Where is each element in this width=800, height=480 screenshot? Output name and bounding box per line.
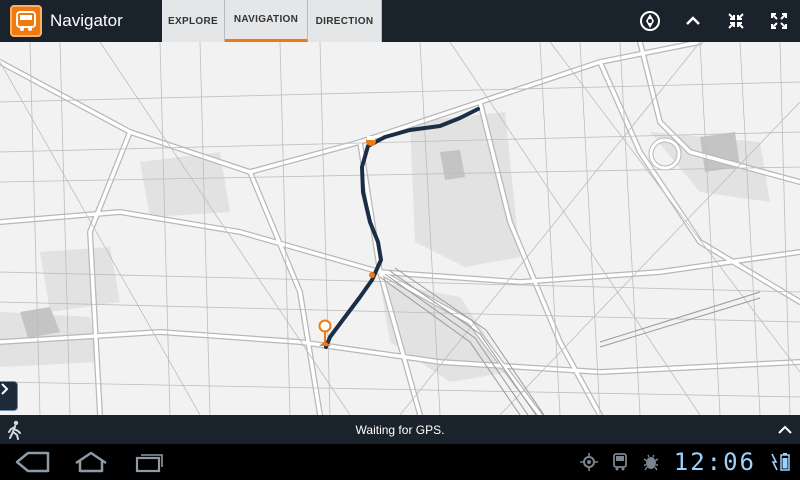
fullscreen-button[interactable] <box>757 0 800 42</box>
back-icon <box>15 451 50 473</box>
recent-apps-icon <box>135 454 163 473</box>
tab-direction[interactable]: DIRECTION <box>308 0 382 42</box>
expand-directions-button[interactable] <box>770 415 800 444</box>
system-tray[interactable]: 12:06 <box>579 448 800 476</box>
map-view[interactable] <box>0 42 800 415</box>
route-waypoint[interactable] <box>369 272 375 278</box>
tab-explore[interactable]: EXPLORE <box>162 0 225 42</box>
tab-navigation[interactable]: NAVIGATION <box>225 0 308 42</box>
recent-apps-button[interactable] <box>120 444 178 480</box>
system-nav-bar: 12:06 <box>0 444 800 480</box>
action-bar: Navigator EXPLORE NAVIGATION DIRECTION <box>0 0 800 42</box>
gps-status-text: Waiting for GPS. <box>355 422 445 437</box>
chevron-right-icon <box>1 383 9 395</box>
battery-icon <box>771 453 790 471</box>
collapse-panel-button[interactable] <box>671 0 714 42</box>
expand-icon <box>770 13 787 29</box>
map-canvas[interactable] <box>0 42 800 415</box>
back-button[interactable] <box>4 444 62 480</box>
bus-icon <box>612 453 627 471</box>
toolbar-actions <box>628 0 800 42</box>
app-logo-bus-icon[interactable] <box>10 5 42 37</box>
home-button[interactable] <box>62 444 120 480</box>
gps-icon <box>579 453 598 471</box>
usb-debug-icon <box>643 454 659 471</box>
chevron-up-icon <box>685 16 700 25</box>
side-panel-toggle[interactable] <box>0 381 18 411</box>
compass-icon <box>639 11 660 31</box>
zoom-in-button[interactable] <box>714 0 757 42</box>
app-title: Navigator <box>50 11 123 30</box>
status-bar: Waiting for GPS. <box>0 415 800 444</box>
chevron-up-icon <box>778 425 792 434</box>
collapse-icon <box>727 13 744 29</box>
system-clock: 12:06 <box>673 448 756 476</box>
home-icon <box>75 451 107 473</box>
compass-button[interactable] <box>628 0 671 42</box>
route-marker-start[interactable] <box>366 136 376 146</box>
